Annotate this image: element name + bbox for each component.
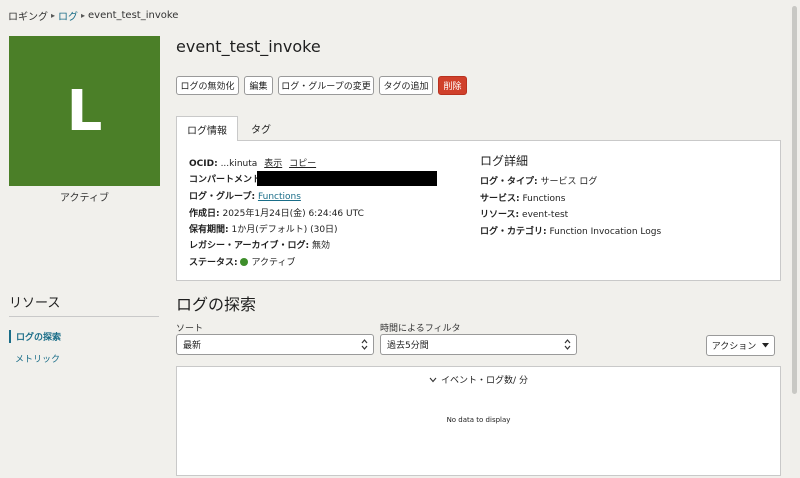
legacy-archive-row: レガシー・アーカイブ・ログ: 無効 [189, 238, 330, 251]
log-details-heading: ログ詳細 [480, 154, 529, 168]
breadcrumb-logs-link[interactable]: ログ [58, 8, 78, 23]
created-row: 作成日: 2025年1月24日(金) 6:24:46 UTC [189, 206, 364, 219]
breadcrumb-chevron-icon: ▸ [81, 11, 86, 20]
delete-button[interactable]: 削除 [438, 76, 467, 95]
service-label: サービス: [480, 194, 520, 204]
ocid-show-link[interactable]: 表示 [264, 159, 282, 169]
log-category-value: Function Invocation Logs [549, 227, 662, 237]
resource-tile: L [9, 36, 160, 186]
log-group-label: ログ・グループ: [189, 192, 256, 202]
explore-logs-heading: ログの探索 [176, 295, 257, 314]
resource-item-explore-logs[interactable]: ログの探索 [9, 330, 61, 343]
resource-tile-letter: L [66, 78, 103, 144]
add-tag-button[interactable]: タグの追加 [379, 76, 433, 95]
ocid-label: OCID: [189, 159, 218, 169]
compartment-row: コンパートメント: [189, 172, 265, 185]
log-type-value: サービス ログ [540, 177, 598, 187]
service-row: サービス: Functions [480, 191, 565, 204]
resources-divider [9, 316, 159, 317]
chart-title-toggle[interactable]: イベント・ログ数/ 分 [176, 373, 781, 386]
page-scrollbar-thumb[interactable] [792, 6, 797, 394]
ocid-copy-link[interactable]: コピー [289, 159, 316, 169]
time-filter-value: 過去5分間 [387, 341, 429, 351]
tab-tags[interactable]: タグ [242, 116, 280, 140]
status-active-dot-icon [240, 258, 249, 266]
status-label: ステータス: [189, 258, 238, 268]
caret-down-icon [762, 343, 770, 348]
legacy-archive-value: 無効 [311, 241, 330, 251]
chevron-down-icon [429, 377, 437, 383]
edit-button[interactable]: 編集 [244, 76, 273, 95]
chart-title: イベント・ログ数/ 分 [441, 376, 528, 386]
resources-heading: リソース [9, 296, 61, 311]
change-log-group-button[interactable]: ログ・グループの変更 [278, 76, 374, 95]
breadcrumb-logging[interactable]: ロギング [8, 8, 48, 23]
log-group-link[interactable]: Functions [258, 192, 301, 202]
breadcrumb-chevron-icon: ▸ [51, 11, 56, 20]
log-type-row: ログ・タイプ: サービス ログ [480, 174, 597, 187]
sort-select-value: 最新 [183, 341, 202, 351]
service-value: Functions [522, 194, 566, 204]
actions-dropdown-button[interactable]: アクション [706, 335, 775, 356]
resource-row: リソース: event-test [480, 207, 568, 220]
log-group-row: ログ・グループ: Functions [189, 189, 301, 202]
breadcrumb-current: event_test_invoke [88, 10, 179, 21]
tab-log-info[interactable]: ログ情報 [176, 116, 238, 141]
resource-label: リソース: [480, 210, 520, 220]
resource-value: event-test [522, 210, 569, 220]
breadcrumb: ロギング ▸ ログ ▸ event_test_invoke [8, 8, 178, 23]
resource-item-metrics[interactable]: メトリック [9, 352, 60, 365]
page-title: event_test_invoke [176, 37, 321, 56]
status-value: アクティブ [251, 258, 296, 268]
log-type-label: ログ・タイプ: [480, 177, 538, 187]
log-category-label: ログ・カテゴリ: [480, 227, 547, 237]
retention-label: 保有期間: [189, 225, 229, 235]
status-row: ステータス: アクティブ [189, 255, 296, 268]
legacy-archive-label: レガシー・アーカイブ・ログ: [189, 241, 310, 251]
resource-status-label: アクティブ [60, 193, 109, 204]
created-label: 作成日: [189, 209, 220, 219]
time-filter-label: 時間によるフィルタ [380, 324, 461, 334]
retention-value: 1か月(デフォルト) (30日) [231, 225, 338, 235]
disable-log-button[interactable]: ログの無効化 [176, 76, 239, 95]
compartment-redacted-value [257, 171, 437, 186]
ocid-row: OCID: ...kinuta 表示 コピー [189, 156, 316, 169]
time-filter-select[interactable]: 過去5分間 [380, 334, 577, 355]
ocid-value: ...kinuta [220, 159, 258, 169]
updown-chevron-icon [564, 339, 571, 350]
sort-select[interactable]: 最新 [176, 334, 374, 355]
no-data-message: No data to display [446, 416, 511, 424]
log-category-row: ログ・カテゴリ: Function Invocation Logs [480, 224, 661, 237]
created-value: 2025年1月24日(金) 6:24:46 UTC [222, 209, 364, 219]
compartment-label: コンパートメント: [189, 175, 265, 185]
retention-row: 保有期間: 1か月(デフォルト) (30日) [189, 222, 338, 235]
sort-label: ソート [176, 324, 204, 334]
updown-chevron-icon [361, 339, 368, 350]
actions-dropdown-label: アクション [711, 342, 757, 352]
